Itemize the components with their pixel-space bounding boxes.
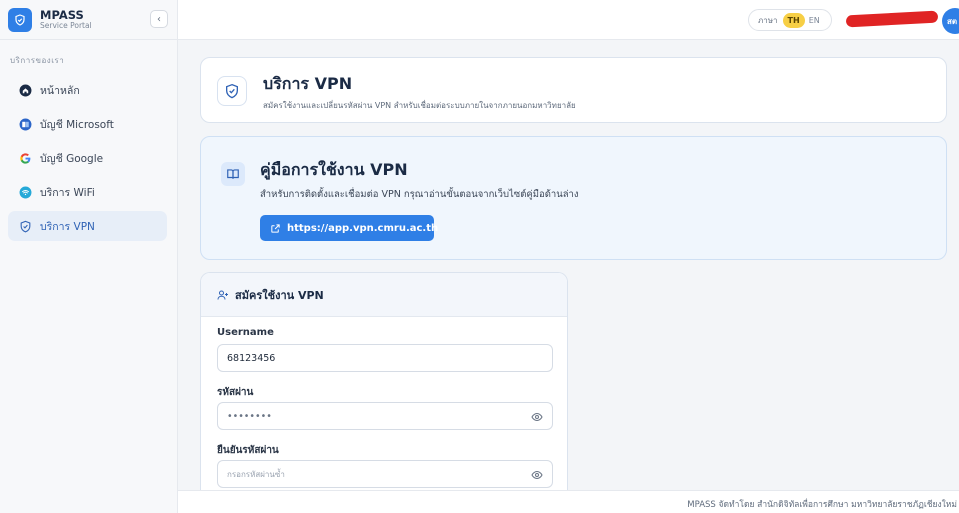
manual-description: สำหรับการติดตั้งและเชื่อมต่อ VPN กรุณาอ่… — [260, 189, 579, 200]
language-th-button[interactable]: TH — [782, 12, 805, 28]
wifi-icon — [18, 185, 32, 199]
password-label: รหัสผ่าน — [217, 387, 254, 398]
shield-logo-icon — [8, 7, 32, 32]
eye-icon[interactable] — [531, 411, 543, 423]
shield-icon — [217, 76, 247, 106]
sidebar-item-vpn[interactable]: บริการ VPN — [8, 211, 167, 241]
sidebar-item-label: บริการ WiFi — [40, 186, 95, 199]
brand-name: MPASS — [40, 8, 84, 23]
user-name-redacted — [845, 10, 939, 28]
sidebar-item-microsoft[interactable]: บัญชี Microsoft — [8, 109, 167, 139]
user-plus-icon — [217, 289, 229, 301]
username-field[interactable]: 68123456 — [217, 344, 553, 372]
confirm-password-placeholder: กรอกรหัสผ่านซ้ำ — [227, 469, 285, 479]
footer-text: MPASS จัดทำโดย สำนักดิจิทัลเพื่อการศึกษา… — [687, 500, 957, 510]
register-header: สมัครใช้งาน VPN — [201, 273, 567, 317]
manual-title: คู่มือการใช้งาน VPN — [260, 160, 408, 179]
sidebar-item-google[interactable]: บัญชี Google — [8, 143, 167, 173]
footer: MPASS จัดทำโดย สำนักดิจิทัลเพื่อการศึกษา… — [178, 490, 959, 513]
page-title: บริการ VPN — [263, 74, 353, 93]
avatar[interactable]: สต — [942, 8, 959, 34]
confirm-password-label: ยืนยันรหัสผ่าน — [217, 445, 279, 456]
language-en-button[interactable]: EN — [809, 16, 820, 25]
book-open-icon — [221, 162, 245, 186]
home-icon — [18, 83, 32, 97]
language-switcher: ภาษา TH EN — [748, 9, 832, 31]
manual-link-button[interactable]: https://app.vpn.cmru.ac.th — [260, 215, 438, 241]
brand-subtitle: Service Portal — [40, 21, 92, 31]
register-card: สมัครใช้งาน VPN Username 68123456 รหัสผ่… — [200, 272, 568, 513]
sidebar-item-wifi[interactable]: บริการ WiFi — [8, 177, 167, 207]
language-label: ภาษา — [758, 15, 778, 25]
confirm-password-field[interactable]: กรอกรหัสผ่านซ้ำ — [217, 460, 553, 488]
avatar-initials: สต — [947, 16, 958, 26]
page-description: สมัครใช้งานและเปลี่ยนรหัสผ่าน VPN สำหรับ… — [263, 101, 576, 110]
topbar: ภาษา TH EN สต — [178, 0, 959, 40]
google-icon — [18, 151, 32, 165]
sidebar-item-label: หน้าหลัก — [40, 84, 80, 97]
password-value: •••••••• — [227, 410, 272, 422]
register-title: สมัครใช้งาน VPN — [235, 288, 324, 302]
password-field[interactable]: •••••••• — [217, 402, 553, 430]
brand: MPASS Service Portal ‹ — [0, 0, 177, 40]
manual-card: คู่มือการใช้งาน VPN สำหรับการติดตั้งและเ… — [200, 136, 947, 260]
sidebar-item-home[interactable]: หน้าหลัก — [8, 75, 167, 105]
sidebar-item-label: บัญชี Microsoft — [40, 118, 114, 131]
sidebar-section-label: บริการของเรา — [10, 56, 65, 65]
manual-link-label: https://app.vpn.cmru.ac.th — [287, 222, 439, 234]
service-header-card: บริการ VPN สมัครใช้งานและเปลี่ยนรหัสผ่าน… — [200, 57, 947, 123]
username-label: Username — [217, 327, 274, 338]
sidebar-item-label: บริการ VPN — [40, 220, 95, 233]
sidebar: MPASS Service Portal ‹ บริการของเรา หน้า… — [0, 0, 178, 513]
collapse-sidebar-button[interactable]: ‹ — [150, 10, 168, 28]
eye-icon[interactable] — [531, 469, 543, 481]
external-link-icon — [270, 223, 281, 234]
shield-icon — [18, 219, 32, 233]
microsoft-icon — [18, 117, 32, 131]
sidebar-item-label: บัญชี Google — [40, 152, 104, 165]
username-value: 68123456 — [227, 352, 276, 364]
chevron-left-icon: ‹ — [157, 13, 161, 25]
